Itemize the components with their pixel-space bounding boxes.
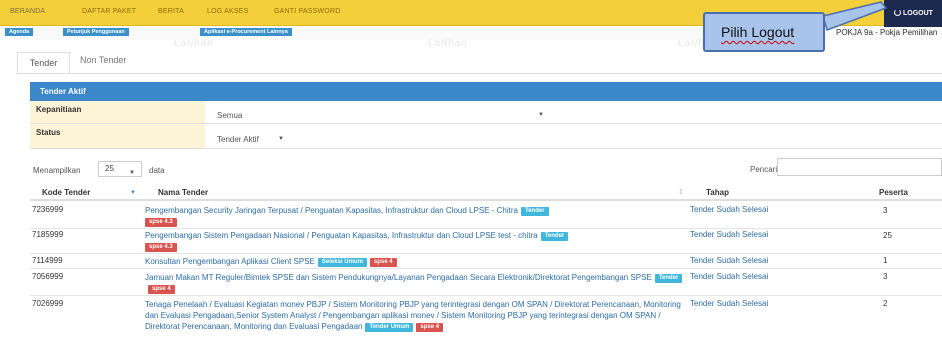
callout-arrow-icon [822,1,888,31]
table-row: 7114999 Konsultan Pengembangan Aplikasi … [30,255,942,269]
row-name[interactable]: Pengembangan Sistem Pengadaan Nasional /… [145,230,685,252]
kepanitiaan-select[interactable]: Semua [217,111,242,120]
nav-ganti-password[interactable]: GANTI PASSWORD [274,8,340,15]
row-name-text[interactable]: Pengembangan Sistem Pengadaan Nasional /… [145,231,538,240]
row-name-text[interactable]: Jamuan Makan MT Reguler/Bimtek SPSE dan … [145,273,652,282]
row-name-text[interactable]: Pengembangan Security Jaringan Terpusat … [145,206,518,215]
caret-down-icon[interactable]: ▼ [278,136,284,142]
nav-log-akses[interactable]: LOG AKSES [207,8,249,15]
row-code: 7185999 [32,230,64,239]
filter-label: Kepanitiaan [30,101,205,123]
type-badge: Tender [520,207,549,216]
row-stage[interactable]: Tender Sudah Selesai [690,256,768,265]
row-participants: 25 [883,231,892,240]
row-stage[interactable]: Tender Sudah Selesai [690,230,768,239]
sort-arrow-icon[interactable]: ▼ [130,190,136,196]
filter-row-kepanitiaan: Kepanitiaan Semua ▼ [30,101,942,124]
row-participants: 3 [883,272,888,281]
row-code: 7026999 [32,299,64,308]
type-badge: Tender [540,232,569,241]
row-participants: 3 [883,206,888,215]
col-nama[interactable]: Nama Tender [158,188,208,197]
row-stage[interactable]: Tender Sudah Selesai [690,205,768,214]
search-input[interactable] [777,158,942,176]
panel-title: Tender Aktif [30,82,942,101]
row-participants: 2 [883,299,888,308]
row-name-text[interactable]: Konsultan Pengembangan Aplikasi Client S… [145,257,315,266]
row-name[interactable]: Pengembangan Security Jaringan Terpusat … [145,205,685,227]
nav-berita[interactable]: BERITA [158,8,184,15]
eproc-link[interactable]: Aplikasi e-Procurement Lainnya [200,28,292,36]
show-label: Menampilkan [33,166,81,175]
row-code: 7236999 [32,205,64,214]
power-icon [894,9,901,16]
table-row: 7056999 Jamuan Makan MT Reguler/Bimtek S… [30,270,942,296]
row-code: 7056999 [32,272,64,281]
version-badge: spse 4.3 [145,243,177,252]
version-badge: spse 4 [416,323,444,332]
caret-down-icon: ▼ [129,170,135,176]
row-name[interactable]: Jamuan Makan MT Reguler/Bimtek SPSE dan … [145,272,685,294]
page-size-value: 25 [105,164,114,173]
filter-row-status: Status Tender Aktif ▼ [30,124,942,149]
row-code: 7114999 [32,256,63,265]
status-select[interactable]: Tender Aktif [217,135,259,144]
col-tahap[interactable]: Tahap [706,188,729,197]
petunjuk-link[interactable]: Petunjuk Penggunaan [63,28,129,36]
version-badge: spse 4 [369,258,397,267]
callout-box: Pilih Logout [703,12,825,52]
type-badge: Tender Umum [365,323,414,332]
watermark: Latihan [428,38,468,49]
table-header: Kode Tender ▼ Nama Tender ⇕ Tahap Pesert… [30,182,942,201]
filter-label: Status [30,124,205,148]
sort-arrow-icon[interactable]: ⇕ [678,188,684,196]
callout-text: Pilih Logout [721,24,795,40]
row-name[interactable]: Tenaga Penelaah / Evaluasi Kegiatan mone… [145,299,685,332]
agenda-link[interactable]: Agenda [5,28,34,36]
row-stage[interactable]: Tender Sudah Selesai [690,299,768,308]
version-badge: spse 4 [148,285,175,294]
type-badge: Seleksi Umum [317,258,367,267]
row-participants: 1 [883,256,888,265]
logout-label: LOGOUT [903,10,933,17]
logout-button[interactable]: LOGOUT [884,0,942,27]
tab-tender[interactable]: Tender [17,52,70,74]
col-kode[interactable]: Kode Tender [42,188,90,197]
table-row: 7026999 Tenaga Penelaah / Evaluasi Kegia… [30,297,942,345]
tab-divider [17,73,942,74]
table-row: 7185999 Pengembangan Sistem Pengadaan Na… [30,230,942,254]
data-suffix: data [149,166,165,175]
nav-beranda[interactable]: BERANDA [10,8,45,15]
type-badge: Tender [654,274,683,283]
nav-daftar-paket[interactable]: DAFTAR PAKET [82,8,136,15]
caret-down-icon[interactable]: ▼ [538,112,544,118]
row-stage[interactable]: Tender Sudah Selesai [690,272,768,281]
version-badge: spse 4.3 [145,218,177,227]
tab-non-tender[interactable]: Non Tender [80,55,126,65]
table-row: 7236999 Pengembangan Security Jaringan T… [30,203,942,229]
watermark: Latihan [174,38,214,49]
page-size-select[interactable]: 25 ▼ [98,161,142,177]
row-name[interactable]: Konsultan Pengembangan Aplikasi Client S… [145,256,685,267]
col-peserta[interactable]: Peserta [879,188,908,197]
